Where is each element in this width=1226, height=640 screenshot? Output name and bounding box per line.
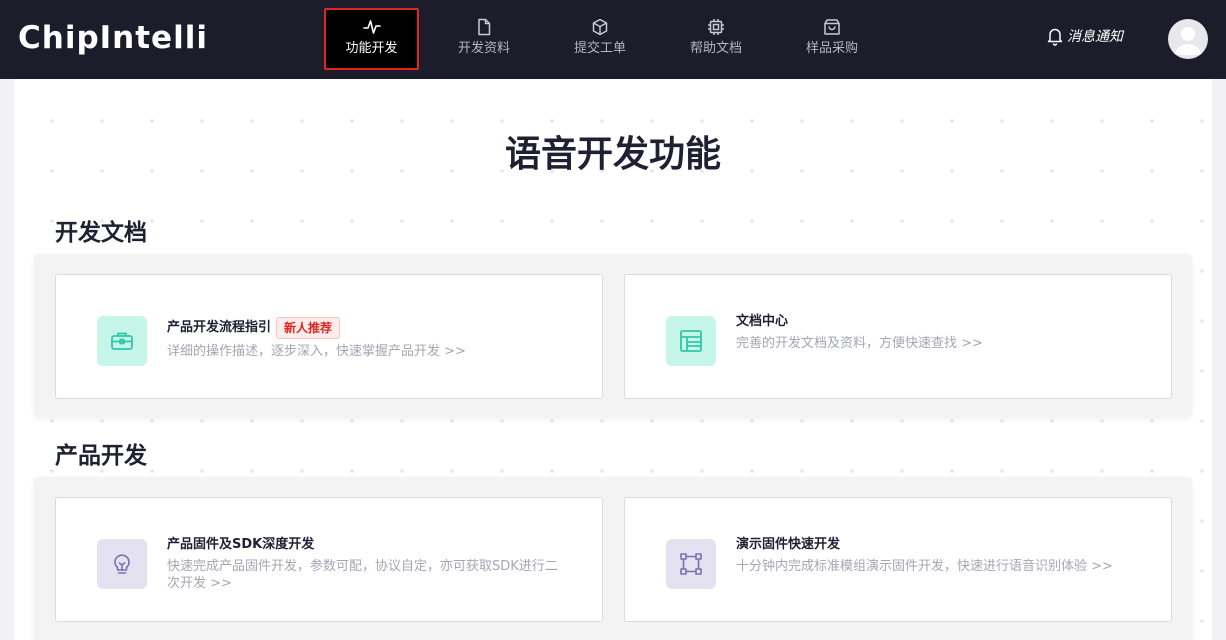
card-icon-box	[97, 539, 147, 589]
user-icon	[1175, 27, 1201, 55]
nav-label: 功能开发	[345, 41, 398, 56]
card-icon-box	[666, 539, 716, 589]
card-title-text: 产品开发流程指引	[167, 320, 272, 335]
new-user-badge: 新人推荐	[276, 317, 341, 339]
nav-label: 样品采购	[805, 41, 858, 56]
card-doc-center[interactable]: 文档中心 完善的开发文档及资料，方便快速查找 >>	[624, 274, 1172, 399]
nav-label: 提交工单	[573, 41, 626, 56]
file-icon	[478, 18, 491, 36]
frame-icon	[680, 553, 702, 575]
bell-icon	[1047, 28, 1063, 46]
layout-icon	[680, 330, 702, 352]
card-title: 文档中心	[736, 313, 788, 331]
section-panel-dev-docs: 产品开发流程指引 新人推荐 详细的操作描述，逐步深入，快速掌握产品开发 >> 文…	[34, 254, 1192, 417]
card-icon-box	[666, 316, 716, 366]
lightbulb-icon	[114, 554, 130, 574]
activity-icon	[362, 20, 381, 34]
card-description: 完善的开发文档及资料，方便快速查找 >>	[736, 336, 983, 351]
card-title: 产品开发流程指引 新人推荐	[167, 317, 341, 339]
nav-item-sample-purchase[interactable]: 样品采购	[780, 9, 884, 71]
nav-label: 开发资料	[457, 41, 510, 56]
card-title-text: 演示固件快速开发	[736, 537, 841, 552]
card-title-text: 产品固件及SDK深度开发	[167, 537, 315, 552]
avatar[interactable]	[1168, 19, 1208, 59]
main-content: 语音开发功能 开发文档 产品开发流程指引 新人推荐 详细的操作描述，逐步深入，快…	[14, 79, 1212, 640]
card-title-text: 文档中心	[736, 314, 789, 329]
card-title: 演示固件快速开发	[736, 536, 840, 554]
notifications-label: 消息通知	[1067, 29, 1123, 45]
nav-label: 帮助文档	[689, 41, 742, 56]
toolbox-icon	[111, 332, 133, 350]
nav-item-dev-materials[interactable]: 开发资料	[432, 9, 536, 71]
nav-item-function-dev[interactable]: 功能开发	[324, 8, 419, 70]
cpu-icon	[708, 19, 724, 35]
logo[interactable]: ChipIntelli	[18, 18, 208, 58]
section-title-product-dev: 产品开发	[55, 442, 147, 469]
section-title-dev-docs: 开发文档	[55, 219, 147, 246]
section-panel-product-dev: 产品固件及SDK深度开发 快速完成产品固件开发，参数可配，协议自定，亦可获取SD…	[34, 477, 1192, 640]
nav-item-help-docs[interactable]: 帮助文档	[664, 9, 768, 71]
nav-item-submit-ticket[interactable]: 提交工单	[548, 9, 652, 71]
card-dev-process-guide[interactable]: 产品开发流程指引 新人推荐 详细的操作描述，逐步深入，快速掌握产品开发 >>	[55, 274, 603, 399]
card-description: 详细的操作描述，逐步深入，快速掌握产品开发 >>	[167, 344, 466, 359]
card-title: 产品固件及SDK深度开发	[167, 536, 314, 554]
box-icon	[592, 18, 608, 36]
notifications-button[interactable]: 消息通知	[1046, 26, 1123, 46]
card-description: 十分钟内完成标准模组演示固件开发，快速进行语音识别体验 >>	[736, 559, 1113, 574]
top-nav-bar: ChipIntelli 功能开发 开发资料 提交工单 帮助文档 样品采购 消息通…	[0, 0, 1226, 79]
card-firmware-sdk-dev[interactable]: 产品固件及SDK深度开发 快速完成产品固件开发，参数可配，协议自定，亦可获取SD…	[55, 497, 603, 622]
card-description: 快速完成产品固件开发，参数可配，协议自定，亦可获取SDK进行二次开发 >>	[167, 559, 558, 591]
card-demo-firmware-dev[interactable]: 演示固件快速开发 十分钟内完成标准模组演示固件开发，快速进行语音识别体验 >>	[624, 497, 1172, 622]
shopping-bag-icon	[824, 19, 840, 35]
page-title: 语音开发功能	[504, 134, 721, 175]
card-icon-box	[97, 316, 147, 366]
